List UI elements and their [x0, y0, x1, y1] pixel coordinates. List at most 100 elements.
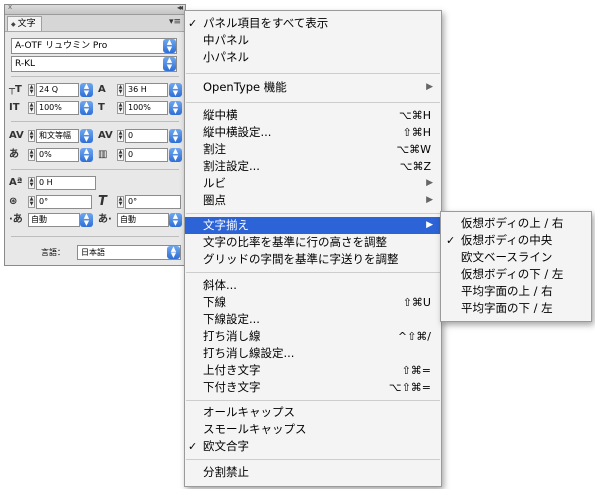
kerning-input[interactable]: 0: [125, 148, 168, 162]
tracking-stepper[interactable]: ▲ ▼: [117, 130, 124, 142]
menu-item-superscript[interactable]: 上付き文字 ⇧⌘=: [185, 362, 441, 379]
horizontal-scale-icon: T: [98, 102, 105, 113]
horizontal-scale-input[interactable]: 100%: [125, 101, 168, 115]
font-style-dropdown-button[interactable]: ▲ ▼: [163, 57, 176, 71]
submenu-item-embox-center[interactable]: ✓ 仮想ボディの中央: [441, 232, 591, 249]
font-family-select[interactable]: A-OTF リュウミン Pro ▲ ▼: [11, 38, 177, 54]
menu-item-warichu[interactable]: 割注 ⌥⌘W: [185, 141, 441, 158]
menu-item-ruby[interactable]: ルビ ▶: [185, 175, 441, 192]
tsume-stepper[interactable]: ▲ ▼: [28, 149, 35, 161]
check-icon: ✓: [446, 234, 456, 247]
menu-item-strikethrough[interactable]: 打ち消し線 ^⇧⌘/: [185, 328, 441, 345]
menu-item-italic[interactable]: 斜体...: [185, 277, 441, 294]
menu-item-small-panel[interactable]: 小パネル: [185, 49, 441, 66]
leading-input[interactable]: 36 H: [125, 83, 168, 97]
submenu-arrow-icon: ▶: [426, 195, 433, 205]
language-dropdown-button[interactable]: ▲ ▼: [167, 246, 180, 259]
check-icon: ✓: [188, 440, 198, 453]
menu-separator: [186, 73, 440, 74]
menu-item-adjust-tracking[interactable]: グリッドの字間を基準に字送りを調整: [185, 251, 441, 268]
mojikumi-dropdown[interactable]: ▲ ▼: [80, 129, 93, 143]
baseline-shift-icon: Aª: [9, 177, 23, 188]
menu-separator: [186, 459, 440, 460]
font-family-dropdown-button[interactable]: ▲ ▼: [163, 39, 176, 53]
skew-input[interactable]: 0°: [125, 195, 181, 209]
aki-after-icon: あ·: [98, 214, 112, 225]
tab-updown-icon: ◆: [11, 21, 16, 28]
font-family-value: A-OTF リュウミン Pro: [15, 41, 108, 51]
menu-item-ligatures[interactable]: ✓ 欧文合字: [185, 438, 441, 455]
font-size-dropdown[interactable]: ▲ ▼: [80, 83, 93, 97]
baseline-shift-stepper[interactable]: ▲ ▼: [28, 177, 35, 189]
skew-stepper[interactable]: ▲ ▼: [117, 196, 124, 208]
menu-item-opentype[interactable]: OpenType 機能 ▶: [185, 79, 441, 96]
menu-separator: [186, 400, 440, 401]
panel-flyout-menu: ✓ パネル項目をすべて表示 中パネル 小パネル OpenType 機能 ▶ 縦中…: [184, 10, 442, 487]
menu-separator: [186, 102, 440, 103]
menu-item-tate-chu-yoko-settings[interactable]: 縦中横設定... ⇧⌘H: [185, 124, 441, 141]
tab-character[interactable]: ◆ 文字: [7, 16, 42, 31]
check-icon: ✓: [188, 17, 198, 30]
menu-item-no-break[interactable]: 分割禁止: [185, 464, 441, 481]
font-size-stepper[interactable]: ▲ ▼: [28, 84, 35, 96]
divider: [11, 121, 179, 122]
menu-item-strikethrough-settings[interactable]: 打ち消し線設定...: [185, 345, 441, 362]
menu-item-warichu-settings[interactable]: 割注設定... ⌥⌘Z: [185, 158, 441, 175]
menu-item-medium-panel[interactable]: 中パネル: [185, 32, 441, 49]
tsume-dropdown[interactable]: ▲ ▼: [80, 148, 93, 162]
horizontal-scale-control: T ▲ ▼ 100% ▲ ▼: [98, 101, 182, 115]
tsume-input[interactable]: 0%: [36, 148, 79, 162]
mojikumi-input[interactable]: 和文等幅: [36, 129, 79, 143]
aki-before-dropdown[interactable]: ▲ ▼: [80, 213, 93, 227]
vertical-scale-input[interactable]: 100%: [36, 101, 79, 115]
close-icon[interactable]: x: [8, 3, 12, 11]
submenu-item-roman-baseline[interactable]: 欧文ベースライン: [441, 249, 591, 266]
baseline-shift-input[interactable]: 0 H: [36, 176, 96, 190]
menu-item-tate-chu-yoko[interactable]: 縦中横 ⌥⌘H: [185, 107, 441, 124]
font-size-icon: ┬T: [9, 84, 22, 95]
language-select[interactable]: 日本語 ▲ ▼: [77, 245, 181, 260]
kerning-stepper[interactable]: ▲ ▼: [117, 149, 124, 161]
menu-item-underline-settings[interactable]: 下線設定...: [185, 311, 441, 328]
vertical-scale-dropdown[interactable]: ▲ ▼: [80, 101, 93, 115]
collapse-icon[interactable]: ◂◂: [177, 3, 183, 12]
aki-before-control: ·あ 自動 ▲ ▼: [9, 213, 93, 227]
leading-stepper[interactable]: ▲ ▼: [117, 84, 124, 96]
menu-item-kenten[interactable]: 圏点 ▶: [185, 192, 441, 209]
language-value: 日本語: [81, 248, 105, 257]
menu-item-subscript[interactable]: 下付き文字 ⌥⇧⌘=: [185, 379, 441, 396]
tracking-input[interactable]: 0: [125, 129, 168, 143]
menu-item-character-alignment[interactable]: 文字揃え ▶: [185, 217, 441, 234]
font-size-control: ┬T ▲ ▼ 24 Q ▲ ▼: [9, 83, 93, 97]
horizontal-scale-stepper[interactable]: ▲ ▼: [117, 102, 124, 114]
mojikumi-stepper[interactable]: ▲ ▼: [28, 130, 35, 142]
kerning-dropdown[interactable]: ▲ ▼: [169, 148, 182, 162]
panel-title-bar[interactable]: x ◂◂: [5, 3, 185, 15]
menu-item-underline[interactable]: 下線 ⇧⌘U: [185, 294, 441, 311]
leading-dropdown[interactable]: ▲ ▼: [169, 83, 182, 97]
aki-before-select[interactable]: 自動: [28, 213, 80, 227]
vertical-scale-icon: IT: [9, 102, 20, 113]
tracking-dropdown[interactable]: ▲ ▼: [169, 129, 182, 143]
vertical-scale-stepper[interactable]: ▲ ▼: [28, 102, 35, 114]
rotation-stepper[interactable]: ▲ ▼: [28, 196, 35, 208]
horizontal-scale-dropdown[interactable]: ▲ ▼: [169, 101, 182, 115]
submenu-item-icf-top-right[interactable]: 平均字面の上 / 右: [441, 283, 591, 300]
character-panel: x ◂◂ ◆ 文字 ▾≡ A-OTF リュウミン Pro ▲ ▼ R-KL ▲ ▼ ┬…: [4, 3, 186, 266]
font-style-select[interactable]: R-KL ▲ ▼: [11, 56, 177, 72]
aki-after-select[interactable]: 自動: [117, 213, 169, 227]
menu-item-adjust-leading[interactable]: 文字の比率を基準に行の高さを調整: [185, 234, 441, 251]
aki-after-dropdown[interactable]: ▲ ▼: [169, 213, 182, 227]
rotation-control: ⊛ ▲ ▼ 0°: [9, 195, 93, 209]
menu-item-show-all[interactable]: ✓ パネル項目をすべて表示: [185, 15, 441, 32]
font-size-input[interactable]: 24 Q: [36, 83, 79, 97]
panel-menu-icon[interactable]: ▾≡: [169, 17, 181, 27]
submenu-item-icf-bottom-left[interactable]: 平均字面の下 / 左: [441, 300, 591, 317]
submenu-item-embox-top-right[interactable]: 仮想ボディの上 / 右: [441, 215, 591, 232]
submenu-item-embox-bottom-left[interactable]: 仮想ボディの下 / 左: [441, 266, 591, 283]
font-style-value: R-KL: [15, 59, 36, 69]
kerning-control: ▥ ▲ ▼ 0 ▲ ▼: [98, 148, 182, 162]
rotation-input[interactable]: 0°: [36, 195, 92, 209]
menu-item-all-caps[interactable]: オールキャップス: [185, 404, 441, 421]
menu-item-small-caps[interactable]: スモールキャップス: [185, 421, 441, 438]
